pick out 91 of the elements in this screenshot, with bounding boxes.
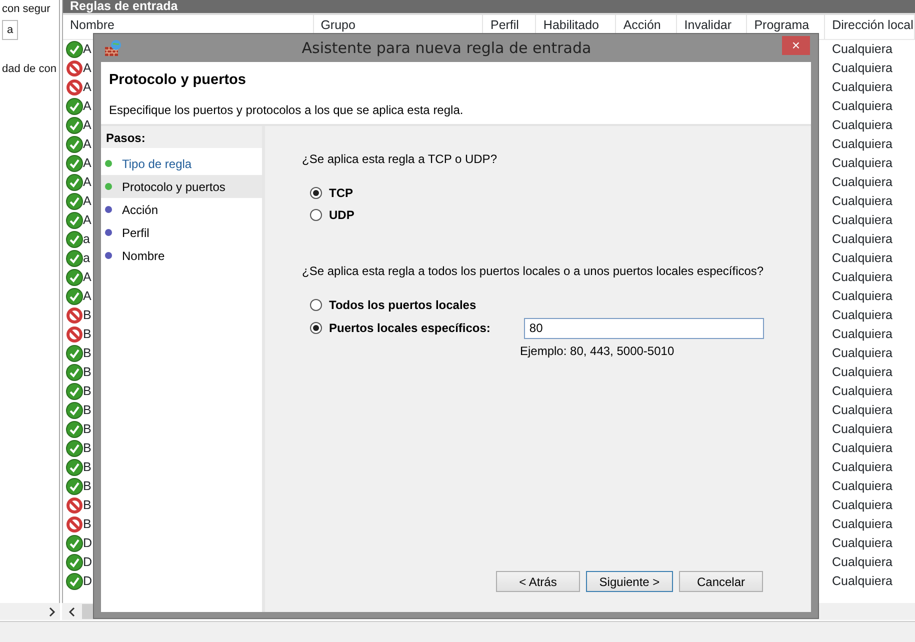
rule-name: a (83, 231, 90, 248)
address-cell-text: Cualquiera (831, 364, 892, 381)
rule-name: B (83, 440, 92, 457)
rule-name: A (83, 60, 92, 77)
rule-name: A (83, 41, 92, 58)
address-cell-text: Cualquiera (831, 421, 892, 438)
step-item[interactable]: Perfil (101, 221, 262, 244)
steps-heading: Pasos: (101, 126, 262, 148)
address-cell-text: Cualquiera (831, 497, 892, 514)
address-cell-text: Cualquiera (831, 288, 892, 305)
firewall-icon (104, 39, 122, 57)
address-cell-text: Cualquiera (831, 478, 892, 495)
address-cell-text: Cualquiera (831, 459, 892, 476)
address-cell-text: Cualquiera (831, 573, 892, 590)
step-item[interactable]: Tipo de regla (101, 152, 262, 175)
pane-text: con segur (2, 3, 50, 15)
address-cell-text: Cualquiera (831, 98, 892, 115)
radio-button[interactable] (310, 209, 322, 221)
rule-name: A (83, 212, 92, 229)
address-cell-text: Cualquiera (831, 231, 892, 248)
ports-field[interactable]: 80 (524, 318, 764, 338)
rule-name: B (83, 326, 92, 343)
rule-name: A (83, 174, 92, 191)
rule-name: A (83, 193, 92, 210)
rule-name: A (83, 98, 92, 115)
option-label[interactable]: UDP (329, 206, 354, 224)
pane-text: dad de con (2, 63, 56, 75)
address-cell-text: Cualquiera (831, 155, 892, 172)
option-label[interactable]: Todos los puertos locales (329, 296, 476, 314)
rule-name: A (83, 79, 92, 96)
address-cell-text: Cualquiera (831, 402, 892, 419)
radio-button[interactable] (310, 299, 322, 311)
address-cell-text: Cualquiera (831, 383, 892, 400)
option-label[interactable]: TCP (329, 184, 353, 202)
address-cell-text: Cualquiera (831, 269, 892, 286)
rule-name: A (83, 117, 92, 134)
address-cell-text: Cualquiera (831, 535, 892, 552)
rule-name: B (83, 478, 92, 495)
address-cell-text: Cualquiera (831, 516, 892, 533)
question-text: ¿Se aplica esta regla a TCP o UDP? (302, 151, 498, 168)
question-text: ¿Se aplica esta regla a todos los puertos locales o a unos puertos locales específicos? (302, 263, 765, 280)
address-cell-text: Cualquiera (831, 554, 892, 571)
address-cell-text: Cualquiera (831, 440, 892, 457)
wizard-button[interactable]: < Atrás (496, 571, 580, 592)
address-cell-text: Cualquiera (831, 174, 892, 191)
address-cell-text: Cualquiera (831, 250, 892, 267)
rule-name: B (83, 402, 92, 419)
radio-button[interactable] (310, 322, 322, 334)
close-button[interactable]: × (782, 36, 810, 55)
input-field[interactable]: a (2, 20, 18, 40)
rule-name: A (83, 269, 92, 286)
page-description: Especifique los puertos y protocolos a los que se aplica esta regla. (109, 102, 464, 119)
address-cell-text: Cualquiera (831, 41, 892, 58)
rule-name: B (83, 497, 92, 514)
column-header[interactable]: Dirección local (825, 15, 915, 39)
radio-button[interactable] (310, 187, 322, 199)
rule-name: D (83, 535, 92, 552)
address-cell-text: Cualquiera (831, 79, 892, 96)
address-cell-text: Cualquiera (831, 326, 892, 343)
wizard-button[interactable]: Siguiente > (586, 571, 673, 592)
pane-title: Reglas de entrada (63, 0, 915, 15)
address-cell-text: Cualquiera (831, 136, 892, 153)
address-cell-text: Cualquiera (831, 345, 892, 362)
scroll-right-icon[interactable] (48, 606, 56, 616)
address-cell-text: Cualquiera (831, 117, 892, 134)
address-cell-text: Cualquiera (831, 307, 892, 324)
rule-name: B (83, 307, 92, 324)
address-cell-text: Cualquiera (831, 212, 892, 229)
rule-name: B (83, 459, 92, 476)
rule-name: A (83, 155, 92, 172)
rule-name: B (83, 364, 92, 381)
address-cell-text: Cualquiera (831, 193, 892, 210)
page-heading: Protocolo y puertos (109, 71, 247, 90)
step-item[interactable]: Nombre (101, 244, 262, 267)
rule-name: D (83, 573, 92, 590)
rule-name: D (83, 554, 92, 571)
rule-name: A (83, 288, 92, 305)
rule-name: B (83, 345, 92, 362)
wizard-button[interactable]: Cancelar (679, 571, 763, 592)
rule-name: B (83, 383, 92, 400)
window-title: Asistente para nueva regla de entrada (302, 38, 592, 59)
option-label[interactable]: Puertos locales específicos: (329, 319, 490, 337)
address-cell-text: Cualquiera (831, 60, 892, 77)
rule-name: A (83, 136, 92, 153)
step-item[interactable]: Protocolo y puertos (101, 175, 262, 198)
step-item[interactable]: Acción (101, 198, 262, 221)
rule-name: B (83, 516, 92, 533)
rule-name: a (83, 250, 90, 267)
rule-name: B (83, 421, 92, 438)
scroll-left-icon[interactable] (68, 606, 76, 616)
hint-text: Ejemplo: 80, 443, 5000-5010 (519, 343, 676, 360)
